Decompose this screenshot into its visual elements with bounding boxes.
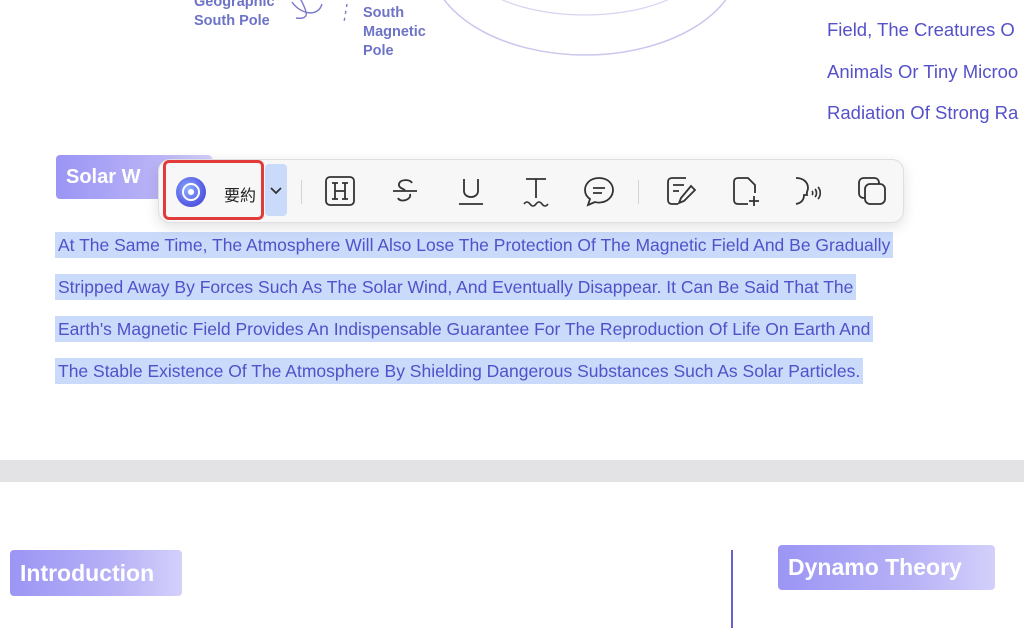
- right-column-line-3: Radiation Of Strong Ra: [827, 102, 1019, 123]
- page-divider: [0, 460, 1024, 482]
- paragraph-line[interactable]: Stripped Away By Forces Such As The Sola…: [55, 274, 857, 300]
- toolbar-separator: [638, 180, 639, 204]
- copy-icon[interactable]: [855, 174, 889, 208]
- add-bookmark-icon[interactable]: [729, 174, 763, 208]
- paragraph-line[interactable]: The Stable Existence Of The Atmosphere B…: [55, 358, 864, 384]
- dynamo-theory-heading: Dynamo Theory: [778, 545, 995, 590]
- summarize-dropdown-button[interactable]: [265, 164, 287, 216]
- read-aloud-icon[interactable]: [791, 174, 825, 208]
- squiggly-underline-icon[interactable]: [519, 174, 553, 208]
- summarize-button[interactable]: 要約: [163, 160, 264, 220]
- introduction-heading: Introduction: [10, 550, 182, 596]
- right-column-line-2: Animals Or Tiny Microo: [827, 61, 1019, 82]
- chevron-down-icon: [270, 187, 282, 195]
- ai-assistant-icon: [176, 177, 206, 207]
- south-magnetic-pole-label: South Magnetic Pole: [363, 5, 426, 59]
- paragraph-line[interactable]: At The Same Time, The Atmosphere Will Al…: [55, 232, 894, 258]
- heading-icon[interactable]: [323, 174, 357, 208]
- paragraph-line[interactable]: Earth's Magnetic Field Provides An Indis…: [55, 316, 874, 342]
- right-column-line-1: Field, The Creatures O: [827, 19, 1015, 40]
- strikethrough-icon[interactable]: [388, 174, 422, 208]
- toolbar-separator: [301, 180, 302, 204]
- comment-icon[interactable]: [582, 174, 616, 208]
- underline-icon[interactable]: [454, 174, 488, 208]
- column-divider-line: [731, 550, 733, 628]
- summarize-label: 要約: [224, 188, 257, 205]
- note-icon[interactable]: [664, 174, 698, 208]
- geographic-south-pole-label: Geographic South Pole: [194, 0, 275, 29]
- text-selection-toolbar: 要約: [158, 159, 904, 223]
